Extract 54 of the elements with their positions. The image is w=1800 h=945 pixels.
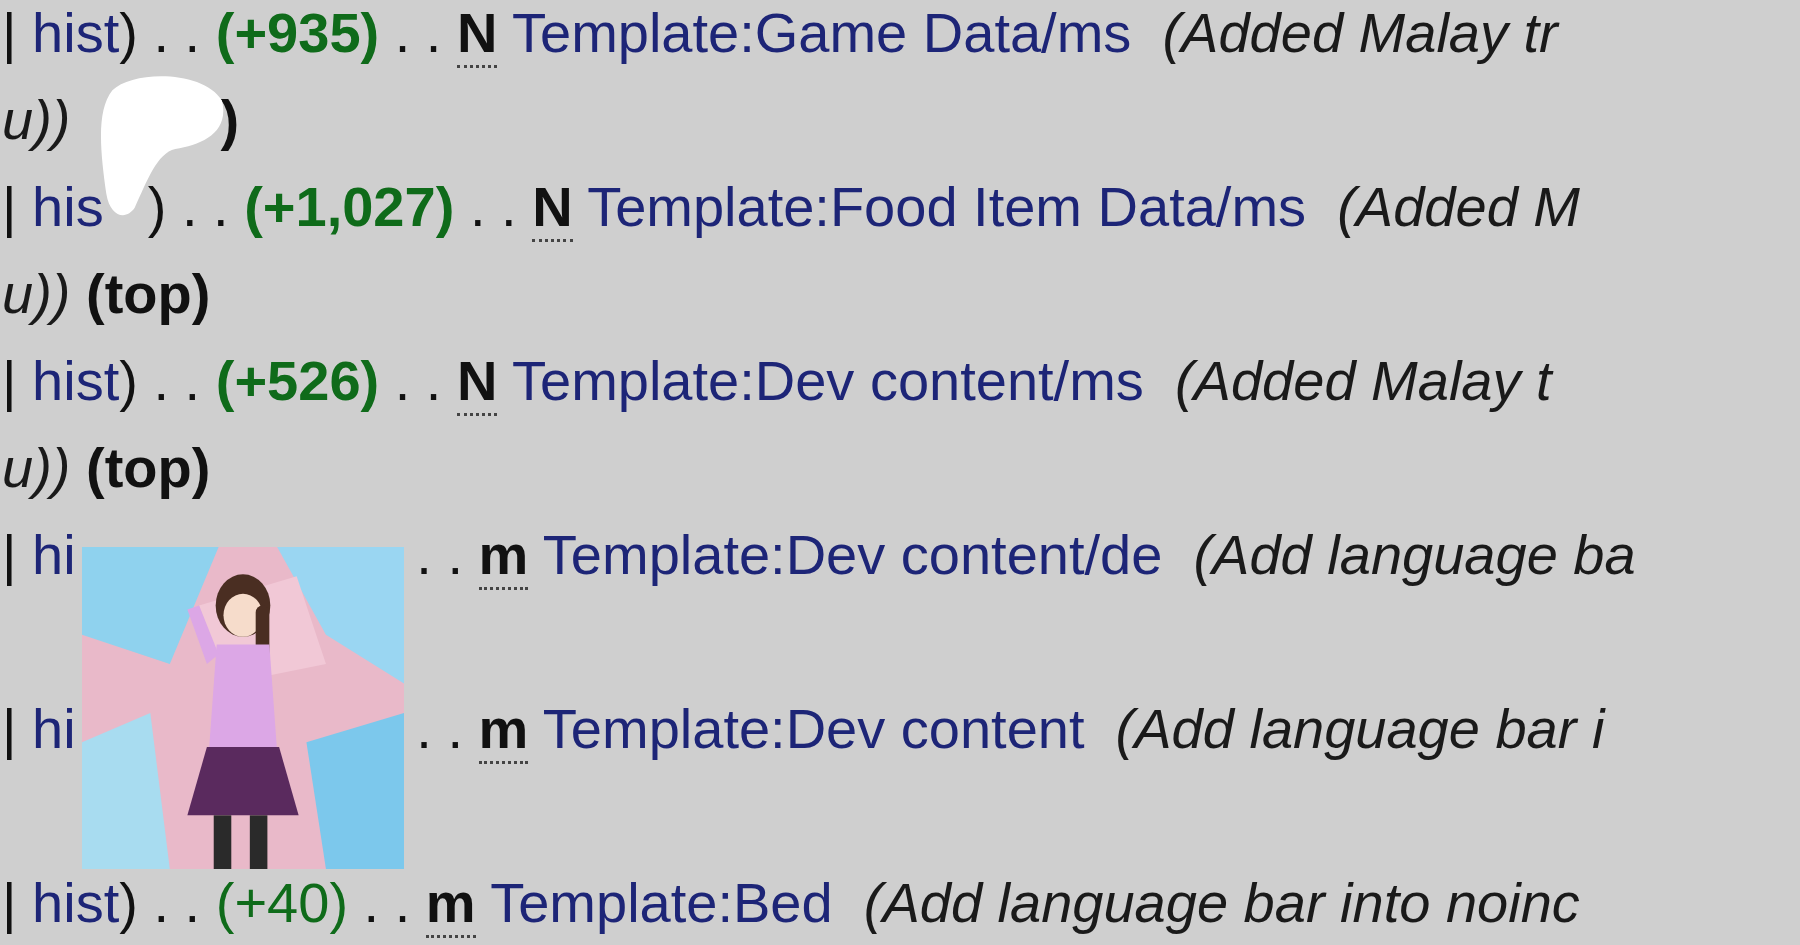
page-link[interactable]: Template:Dev content/ms — [512, 349, 1144, 412]
edit-flag: m — [425, 875, 476, 938]
separator-text: . . — [394, 349, 442, 412]
separator-text: | — [2, 523, 17, 586]
separator-text: | — [2, 349, 17, 412]
edit-flag: N — [457, 5, 498, 68]
separator-text: . . — [153, 871, 201, 934]
separator-text: . . — [363, 871, 411, 934]
size-change: (+526) — [215, 349, 380, 412]
separator-text: . . — [469, 175, 517, 238]
separator-text: . . — [394, 1, 442, 64]
page-link[interactable]: hi — [32, 523, 76, 586]
page-link[interactable]: hist — [32, 349, 120, 412]
separator-text: ) — [119, 871, 138, 934]
edit-flag: m — [478, 701, 529, 764]
edit-summary: (Add language bar i — [1115, 697, 1605, 760]
edit-summary: (Added M — [1337, 175, 1580, 238]
edit-summary: u)) — [2, 262, 71, 325]
page-link[interactable]: hist — [32, 871, 120, 934]
separator-text: ) — [147, 175, 167, 238]
edit-flag: N — [457, 353, 498, 416]
page-link[interactable]: hi — [32, 697, 76, 760]
top-marker: (top) — [86, 436, 211, 499]
separator-text: | — [2, 1, 17, 64]
separator-text: . . — [416, 523, 463, 586]
edit-flag: N — [532, 179, 573, 242]
top-marker: (top) — [86, 262, 211, 325]
separator-text: | — [2, 871, 17, 934]
page-link[interactable]: hist — [32, 1, 120, 64]
edit-summary: u)) — [2, 88, 71, 151]
edit-summary: (Add language ba — [1193, 523, 1636, 586]
page-link[interactable]: Template:Bed — [490, 871, 833, 934]
separator-text: . . — [416, 697, 463, 760]
separator-text: . . — [153, 349, 201, 412]
page-link[interactable]: Template:Game Data/ms — [512, 1, 1132, 64]
size-change: (+935) — [215, 1, 380, 64]
separator-text: | — [2, 697, 17, 760]
page-link[interactable]: his — [32, 175, 104, 238]
separator-text: ) — [119, 349, 138, 412]
page-link[interactable]: Template:Food Item Data/ms — [587, 175, 1307, 238]
edit-summary: (Added Malay t — [1174, 349, 1552, 412]
page-link[interactable]: Template:Dev content — [542, 697, 1085, 760]
separator-text: . . — [181, 175, 229, 238]
size-change: (+40) — [215, 871, 349, 934]
separator-text: | — [2, 175, 17, 238]
edit-summary: (Added Malay tr — [1162, 1, 1558, 64]
page-link[interactable]: Template:Dev content/de — [542, 523, 1163, 586]
edit-summary: u)) — [2, 436, 71, 499]
separator-text: ) — [119, 1, 138, 64]
separator-text: . . — [153, 1, 201, 64]
edit-summary: (Add language bar into noinc — [863, 871, 1580, 934]
edit-flag: m — [478, 527, 529, 590]
size-change: (+1,027) — [244, 175, 455, 238]
top-marker: ) — [220, 88, 240, 151]
